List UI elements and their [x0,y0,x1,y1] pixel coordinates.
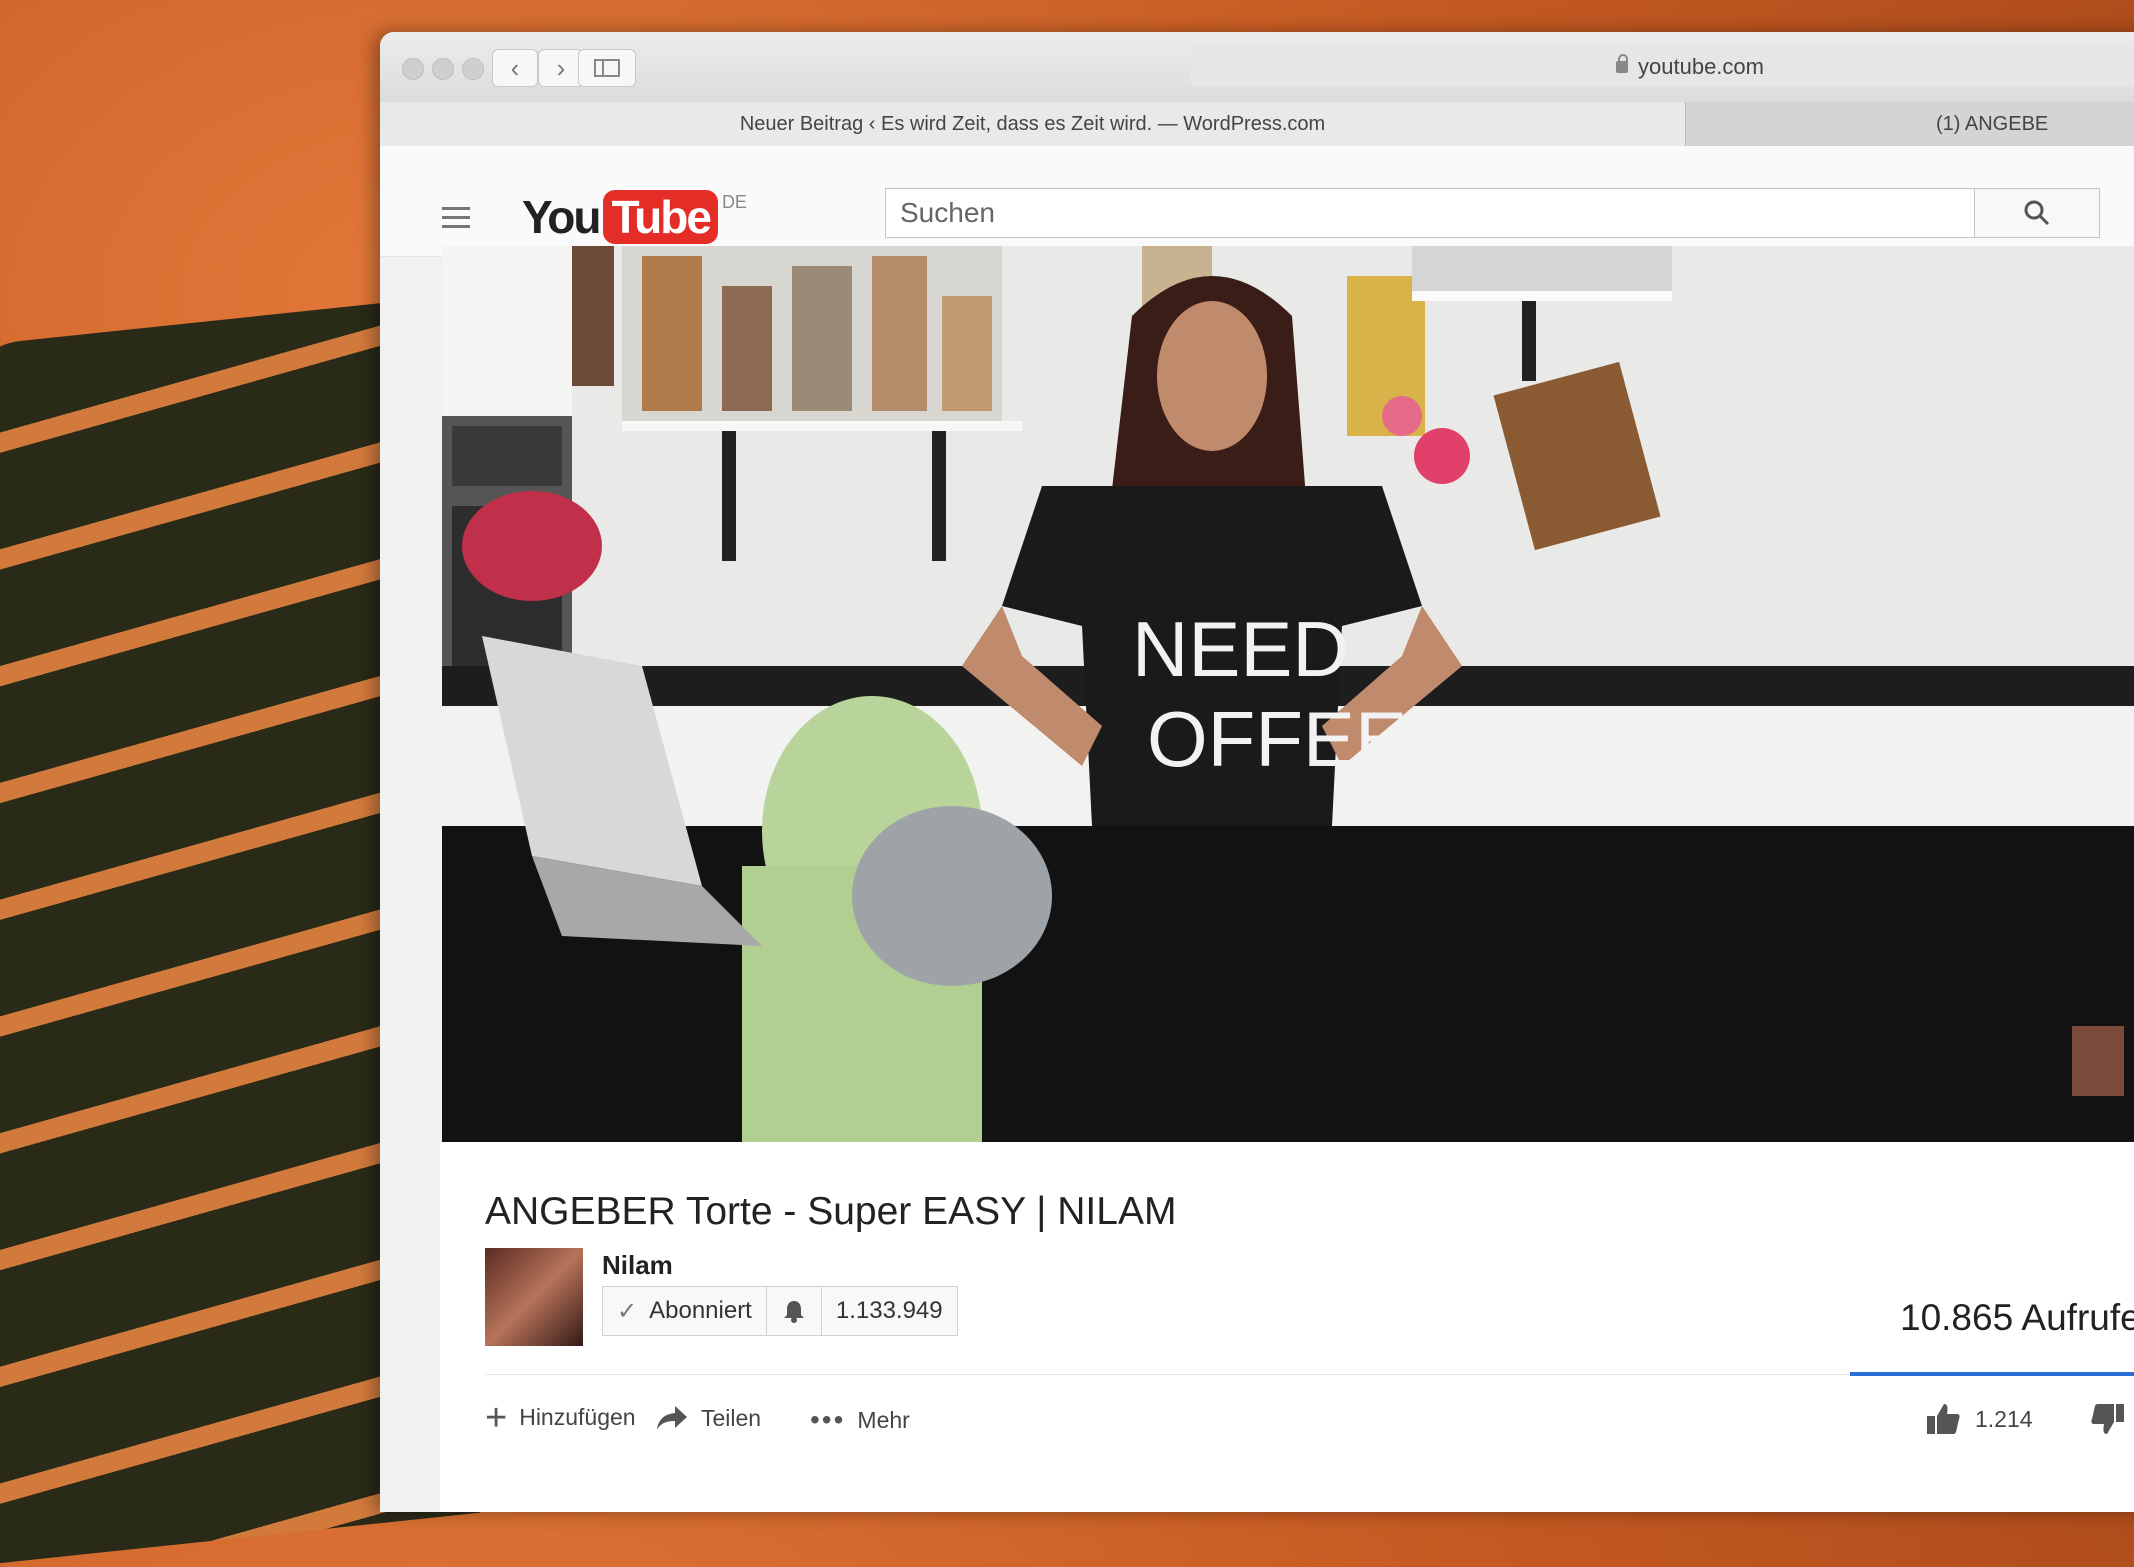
subscribe-label: Abonniert [649,1297,752,1324]
menu-icon[interactable] [442,207,470,228]
logo-you-text: You [522,191,601,243]
svg-text:OFFEE: OFFEE [1147,695,1407,783]
checkmark-icon: ✓ [617,1297,638,1325]
notification-bell-button[interactable] [767,1287,822,1335]
sidebar-icon [594,59,620,77]
dislike-button[interactable]: 7 [2090,1402,2134,1436]
logo-tube-text: Tube [603,190,718,244]
browser-window: ‹ › youtube.com Neuer Beitrag ‹ Es wird … [380,32,2134,1512]
add-to-button[interactable]: + Hinzufügen [485,1396,636,1439]
search-input[interactable]: Suchen [885,188,1975,238]
chevron-left-icon: ‹ [510,52,520,83]
sentiment-bar [1850,1372,2134,1376]
video-title: ANGEBER Torte - Super EASY | NILAM [485,1190,1177,1233]
more-label: Mehr [857,1406,910,1433]
divider [485,1374,1850,1375]
channel-name[interactable]: Nilam [602,1250,673,1281]
subscriber-count: 1.133.949 [835,1297,943,1324]
add-to-label: Hinzufügen [519,1404,636,1430]
thumbs-down-icon [2091,1404,2124,1434]
plus-icon: + [485,1396,508,1439]
thumbs-up-icon [1927,1404,1960,1434]
tab-bar: Neuer Beitrag ‹ Es wird Zeit, dass es Ze… [380,102,2134,147]
video-info-panel: ANGEBER Torte - Super EASY | NILAM Nilam… [440,1142,2134,1512]
like-count: 1.214 [1975,1405,2033,1432]
share-button[interactable]: Teilen [655,1404,761,1432]
subscribe-group: ✓ Abonniert 1.133.949 [602,1286,958,1336]
logo-region: DE [721,192,747,212]
search-icon [2024,200,2050,226]
view-count: 10.865 Aufrufe [1900,1297,2134,1338]
svg-text:NEED: NEED [1132,605,1349,693]
more-button[interactable]: ••• Mehr [810,1404,910,1436]
close-window-button[interactable] [402,58,424,80]
channel-avatar[interactable] [485,1248,583,1346]
share-icon [657,1406,687,1430]
minimize-window-button[interactable] [432,58,454,80]
chevron-right-icon: › [556,52,566,83]
tab-wordpress[interactable]: Neuer Beitrag ‹ Es wird Zeit, dass es Ze… [380,102,1686,146]
address-text: youtube.com [1638,54,1764,79]
tab-youtube[interactable]: (1) ANGEBE [1686,102,2134,146]
address-bar[interactable]: youtube.com [1190,47,2134,87]
browser-titlebar: ‹ › youtube.com [380,32,2134,103]
bell-icon [783,1301,804,1323]
youtube-header: You Tube DE Suchen [380,146,2134,257]
video-player[interactable]: NEED OFFEE [442,246,2134,1142]
youtube-logo[interactable]: You Tube DE [522,190,747,244]
video-frame: NEED OFFEE [442,246,2134,1142]
back-button[interactable]: ‹ [492,49,538,87]
share-label: Teilen [701,1404,762,1431]
more-dots-icon: ••• [810,1404,846,1435]
lock-icon [1616,54,1629,73]
like-button[interactable]: 1.214 [1925,1402,2033,1436]
sidebar-toggle-button[interactable] [578,49,636,87]
zoom-window-button[interactable] [462,58,484,80]
subscribe-button[interactable]: ✓ Abonniert [603,1287,767,1335]
search-button[interactable] [1975,188,2100,238]
